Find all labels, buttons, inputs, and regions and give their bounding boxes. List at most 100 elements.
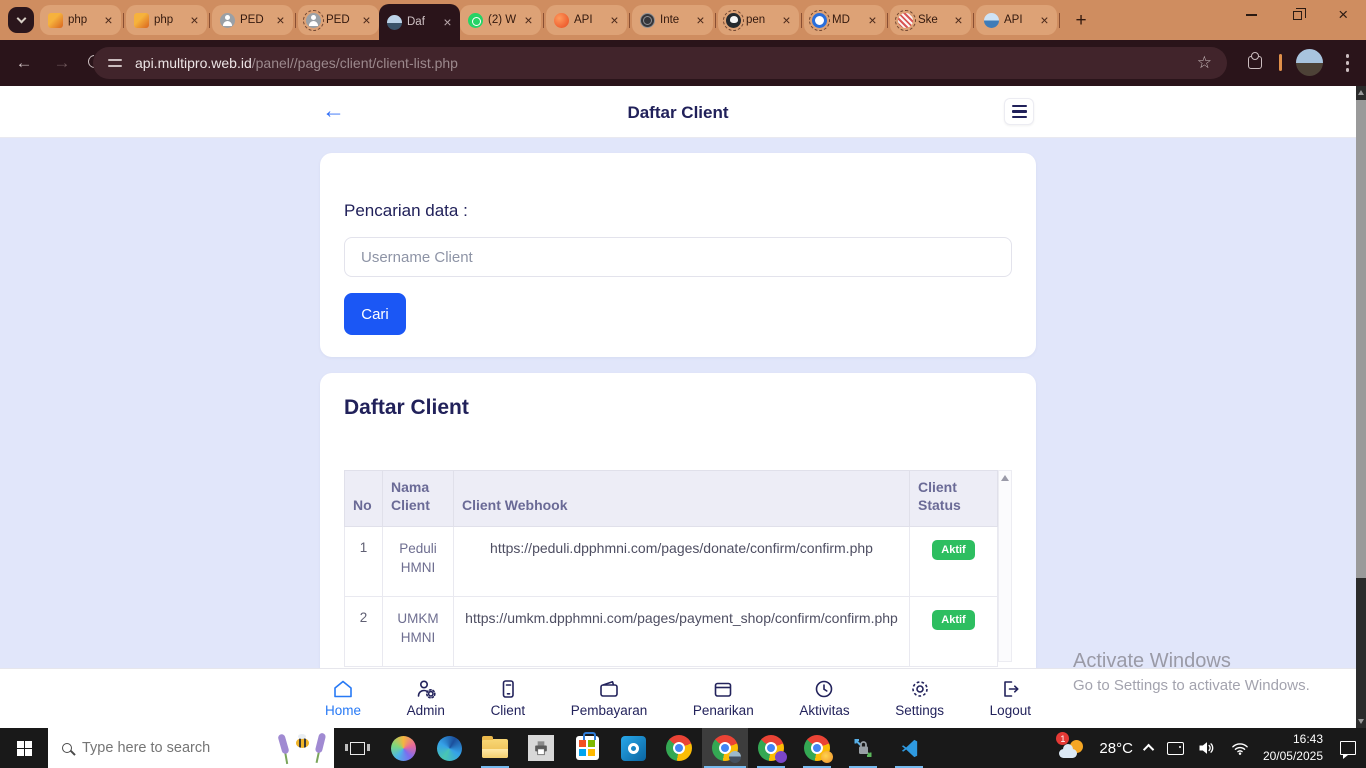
vscode-icon xyxy=(901,739,917,757)
page-scrollbar[interactable] xyxy=(1356,86,1366,728)
browser-tab-whatsapp[interactable]: (2) W xyxy=(460,5,541,35)
new-tab-button[interactable] xyxy=(1068,7,1094,33)
tab-title: php xyxy=(154,14,174,26)
tab-close-icon[interactable] xyxy=(101,13,116,28)
close-button[interactable] xyxy=(1320,0,1366,30)
tab-close-icon[interactable] xyxy=(779,13,794,28)
nav-item-penarikan[interactable]: Penarikan xyxy=(693,677,754,718)
tab-close-icon[interactable] xyxy=(440,15,455,30)
cell-no: 1 xyxy=(344,526,383,597)
browser-tab-ped-2[interactable]: PED xyxy=(298,5,379,35)
taskbar-remote-access[interactable] xyxy=(840,728,886,768)
address-bar[interactable]: api.multipro.web.id/panel//pages/client/… xyxy=(93,47,1227,79)
menu-hamburger-button[interactable] xyxy=(1004,98,1034,125)
browser-tab-api-2[interactable]: API xyxy=(976,5,1057,35)
taskbar-file-explorer[interactable] xyxy=(472,728,518,768)
table-scrollbar[interactable] xyxy=(998,470,1012,662)
scroll-up-arrow-icon[interactable] xyxy=(1358,90,1364,95)
table-row: 1 Peduli HMNI https://peduli.dpphmni.com… xyxy=(344,526,998,597)
tab-search-button[interactable] xyxy=(8,7,34,33)
tab-close-icon[interactable] xyxy=(273,13,288,28)
nav-item-home[interactable]: Home xyxy=(325,677,361,718)
pinned-extension-icon[interactable] xyxy=(1279,54,1282,71)
windows-logo-icon xyxy=(16,740,32,756)
tab-close-icon[interactable] xyxy=(1037,13,1052,28)
nav-label: Logout xyxy=(989,703,1031,718)
nav-item-client[interactable]: Client xyxy=(490,677,526,718)
restore-button[interactable] xyxy=(1274,0,1320,30)
browser-tab-php-2[interactable]: php xyxy=(126,5,207,35)
browser-tab-php-1[interactable]: php xyxy=(40,5,121,35)
tab-separator xyxy=(715,13,716,28)
page-header: Daftar Client xyxy=(0,86,1356,138)
tab-close-icon[interactable] xyxy=(951,13,966,28)
start-button[interactable] xyxy=(0,728,48,768)
table-row: 2 UMKM HMNI https://umkm.dpphmni.com/pag… xyxy=(344,596,998,667)
extensions-icon[interactable] xyxy=(1248,52,1262,69)
tab-separator xyxy=(629,13,630,28)
nav-item-settings[interactable]: Settings xyxy=(895,677,944,718)
cari-button[interactable]: Cari xyxy=(344,293,406,335)
bookmark-star-icon[interactable] xyxy=(1197,53,1212,73)
task-view-button[interactable] xyxy=(334,728,380,768)
taskbar-vscode[interactable] xyxy=(886,728,932,768)
speaker-icon[interactable] xyxy=(1197,738,1217,758)
taskbar-chrome-profile-purple[interactable] xyxy=(748,728,794,768)
chrome-icon xyxy=(758,735,787,763)
browser-tab-ske[interactable]: Ske xyxy=(890,5,971,35)
browser-tab-inte[interactable]: Inte xyxy=(632,5,713,35)
chrome-profile-purple-badge xyxy=(775,751,787,763)
display-device-icon[interactable] xyxy=(1166,741,1184,755)
tray-expand-chevron-icon[interactable] xyxy=(1142,743,1155,756)
search-box-bee-artwork xyxy=(272,730,330,766)
browser-tab-pen[interactable]: pen xyxy=(718,5,799,35)
taskbar-edge[interactable] xyxy=(426,728,472,768)
browser-tab-ped-1[interactable]: PED xyxy=(212,5,293,35)
taskbar-microsoft-store[interactable] xyxy=(564,728,610,768)
minimize-button[interactable] xyxy=(1228,0,1274,30)
nav-item-pembayaran[interactable]: Pembayaran xyxy=(571,677,647,718)
browser-tab-daftar-client-active[interactable]: Daf xyxy=(379,4,460,40)
temperature-label[interactable]: 28°C xyxy=(1099,740,1133,757)
browser-back-button[interactable] xyxy=(12,52,36,74)
nav-label: Client xyxy=(490,703,526,718)
taskbar-search-input[interactable] xyxy=(82,740,232,756)
nav-item-logout[interactable]: Logout xyxy=(990,677,1031,718)
cell-nama-client: Peduli HMNI xyxy=(382,526,454,597)
taskbar-clock[interactable]: 16:43 20/05/2025 xyxy=(1263,731,1323,765)
weather-icon[interactable]: 1 xyxy=(1056,732,1086,761)
nav-label: Settings xyxy=(895,703,945,718)
scroll-up-arrow-icon[interactable] xyxy=(1001,475,1009,481)
cell-client-webhook: https://umkm.dpphmni.com/pages/payment_s… xyxy=(453,596,910,667)
tab-separator xyxy=(295,13,296,28)
taskbar-printer-app[interactable] xyxy=(518,728,564,768)
logout-icon xyxy=(1004,681,1019,697)
taskbar-search-box[interactable] xyxy=(48,728,334,768)
taskbar-chrome[interactable] xyxy=(656,728,702,768)
action-center-icon[interactable] xyxy=(1340,741,1356,755)
nav-item-aktivitas[interactable]: Aktivitas xyxy=(799,677,850,718)
tab-close-icon[interactable] xyxy=(693,13,708,28)
browser-menu-icon[interactable] xyxy=(1345,61,1349,65)
scrollbar-thumb[interactable] xyxy=(1356,100,1366,578)
taskbar-chrome-active-window[interactable] xyxy=(702,728,748,768)
taskbar-chrome-profile-fox[interactable] xyxy=(794,728,840,768)
nav-item-admin[interactable]: Admin xyxy=(407,677,445,718)
browser-forward-button[interactable] xyxy=(50,52,74,74)
browser-tab-md[interactable]: MD xyxy=(804,5,885,35)
username-client-input[interactable] xyxy=(344,237,1012,277)
taskbar-copilot[interactable] xyxy=(380,728,426,768)
profile-avatar[interactable] xyxy=(1296,49,1323,76)
minimize-icon xyxy=(1245,14,1257,16)
wifi-icon[interactable] xyxy=(1230,738,1250,758)
column-header-nama-client: Nama Client xyxy=(382,470,454,527)
tab-close-icon[interactable] xyxy=(607,13,622,28)
tab-close-icon[interactable] xyxy=(865,13,880,28)
site-settings-icon[interactable] xyxy=(108,56,122,70)
tab-close-icon[interactable] xyxy=(521,13,536,28)
tab-close-icon[interactable] xyxy=(187,13,202,28)
tab-close-icon[interactable] xyxy=(359,13,374,28)
browser-tab-api-1[interactable]: API xyxy=(546,5,627,35)
taskbar-outlook[interactable] xyxy=(610,728,656,768)
scroll-down-arrow-icon[interactable] xyxy=(1357,719,1364,724)
